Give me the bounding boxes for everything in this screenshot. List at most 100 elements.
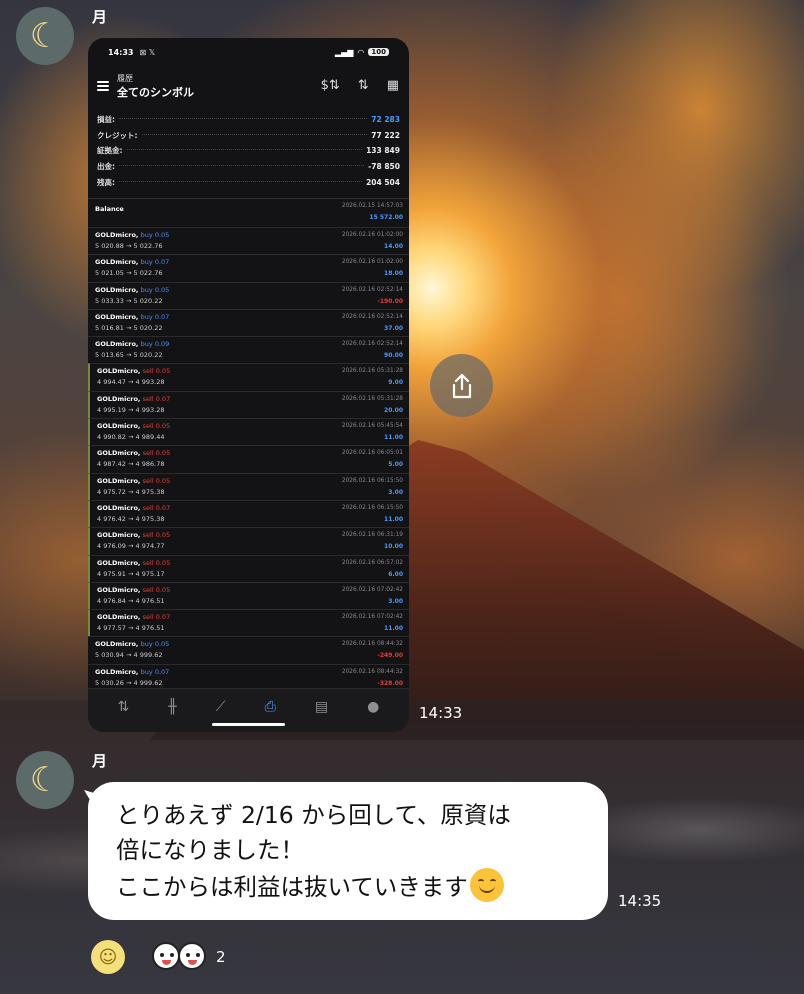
- app-header: 履歴 全てのシンボル $⇅ ⇅ ▦: [88, 66, 409, 106]
- phone-status-bar: 14:33 ⊠ 𝕏 ▂▄▆ ◠ 100: [88, 38, 409, 66]
- summary-value: 72 283: [371, 115, 400, 125]
- deal-symbol: GOLDmicro,: [97, 476, 141, 485]
- image-message[interactable]: 14:33 ⊠ 𝕏 ▂▄▆ ◠ 100 履歴 全てのシンボル $⇅ ⇅ ▦ 損益…: [88, 38, 409, 732]
- quotes-icon[interactable]: ⇅: [118, 699, 130, 715]
- deal-prices: 4 994.47 → 4 993.28: [97, 378, 165, 387]
- summary-value: 133 849: [366, 146, 400, 156]
- deal-datetime: 2026.02.16 06:15:50: [341, 504, 403, 511]
- summary-value: 204 504: [366, 177, 400, 187]
- deal-row[interactable]: GOLDmicro, sell 0.07 4 995.19 → 4 993.28 2…: [88, 390, 409, 419]
- history-icon[interactable]: ⎙: [265, 699, 276, 715]
- deal-symbol: GOLDmicro,: [95, 640, 139, 649]
- deal-symbol: GOLDmicro,: [95, 312, 139, 321]
- summary-value: -78 850: [368, 162, 400, 172]
- message-line: ここからは利益は抜いていきます: [116, 873, 468, 901]
- reaction-stickers[interactable]: [148, 940, 210, 974]
- deal-row[interactable]: GOLDmicro, buy 0.05 5 020.88 → 5 022.76 20…: [88, 226, 409, 254]
- deal-prices: 4 990.82 → 4 989.44: [97, 433, 165, 442]
- deal-datetime: 2026.02.16 02:52:14: [341, 313, 403, 320]
- deal-profit: -190.00: [377, 297, 403, 305]
- sender-avatar[interactable]: ☾: [16, 751, 74, 809]
- deal-direction: sell 0.05: [142, 585, 171, 594]
- sender-avatar[interactable]: ☾: [16, 7, 74, 65]
- deal-datetime: 2026.02.16 01:02:00: [341, 259, 403, 266]
- deal-datetime: 2026.02.16 05:31:28: [341, 395, 403, 402]
- wifi-icon: ◠: [357, 47, 365, 57]
- deal-row[interactable]: GOLDmicro, sell 0.05 4 976.09 → 4 974.77 2…: [88, 527, 409, 555]
- home-indicator: [212, 723, 285, 726]
- deal-profit: -328.00: [377, 679, 403, 687]
- deal-datetime: 2026.02.16 02:52:14: [341, 341, 403, 348]
- deal-symbol: GOLDmicro,: [95, 667, 139, 676]
- deal-row[interactable]: GOLDmicro, sell 0.07 4 976.42 → 4 975.38 2…: [88, 499, 409, 528]
- deal-row[interactable]: GOLDmicro, buy 0.05 5 033.33 → 5 020.22 20…: [88, 281, 409, 309]
- deal-direction: buy 0.07: [140, 667, 170, 676]
- deal-row[interactable]: GOLDmicro, sell 0.05 4 987.42 → 4 986.78 2…: [88, 445, 409, 473]
- deal-profit: 6.00: [388, 570, 403, 578]
- currency-filter-icon: $⇅: [320, 78, 340, 93]
- deal-profit: 10.00: [384, 543, 403, 551]
- deal-direction: buy 0.05: [140, 230, 170, 239]
- deal-prices: 4 977.57 → 4 976.51: [97, 624, 165, 633]
- deal-row[interactable]: GOLDmicro, buy 0.07 5 016.81 → 5 020.22 20…: [88, 308, 409, 336]
- deal-symbol: GOLDmicro,: [97, 531, 141, 540]
- deal-prices: 5 021.05 → 5 022.76: [95, 269, 163, 278]
- menu-icon: [97, 81, 109, 91]
- deal-datetime: 2026.02.16 06:15:50: [341, 477, 403, 484]
- text-message-bubble[interactable]: とりあえず 2/16 から回して、原資は 倍になりました！ ここからは利益は抜い…: [88, 782, 608, 920]
- deal-datetime: 2026.02.16 06:05:01: [341, 450, 403, 457]
- smiling-face-emoji-icon: [469, 868, 504, 902]
- deal-row[interactable]: GOLDmicro, sell 0.05 4 975.91 → 4 975.17 2…: [88, 554, 409, 582]
- deal-symbol: GOLDmicro,: [97, 394, 141, 403]
- deal-datetime: 2026.02.16 06:57:02: [341, 559, 403, 566]
- deal-direction: buy 0.05: [140, 640, 170, 649]
- deal-symbol: GOLDmicro,: [97, 449, 141, 458]
- deal-symbol: GOLDmicro,: [97, 422, 141, 431]
- deal-direction: buy 0.05: [140, 285, 170, 294]
- summary-row: 出金: -78 850: [97, 159, 400, 175]
- deal-row[interactable]: GOLDmicro, buy 0.07 5 021.05 → 5 022.76 20…: [88, 254, 409, 281]
- deal-prices: 4 995.19 → 4 993.28: [97, 405, 165, 414]
- balance-row: Balance 2026.02.15 14:57:03 15 572.00: [88, 197, 409, 227]
- add-reaction-button[interactable]: ☺: [91, 940, 125, 974]
- deal-row[interactable]: GOLDmicro, buy 0.05 5 030.94 → 4 999.62 20…: [88, 636, 409, 663]
- deal-prices: 5 030.94 → 4 999.62: [95, 651, 163, 660]
- summary-label: 残高:: [97, 177, 115, 187]
- deal-symbol: GOLDmicro,: [95, 285, 139, 294]
- deal-symbol: GOLDmicro,: [97, 558, 141, 567]
- deal-prices: 5 013.65 → 5 020.22: [95, 351, 163, 360]
- deal-profit: 37.00: [384, 324, 403, 332]
- deal-profit: 3.00: [388, 597, 403, 605]
- summary-value: 77 222: [371, 130, 400, 140]
- trade-icon[interactable]: ⟋: [216, 699, 226, 715]
- deal-row[interactable]: GOLDmicro, sell 0.05 4 990.82 → 4 989.44 2…: [88, 418, 409, 446]
- deal-prices: 5 030.26 → 4 999.62: [95, 678, 163, 687]
- chart-icon[interactable]: ╫: [168, 699, 176, 715]
- chat-icon[interactable]: ●: [367, 699, 379, 715]
- deal-prices: 4 976.09 → 4 974.77: [97, 542, 165, 551]
- share-button[interactable]: [430, 354, 493, 417]
- laughing-face-sticker-icon: [178, 942, 206, 970]
- deal-row[interactable]: GOLDmicro, buy 0.09 5 013.65 → 5 020.22 20…: [88, 336, 409, 363]
- status-time: 14:33: [108, 47, 134, 57]
- deal-profit: 18.00: [384, 270, 403, 278]
- deal-direction: buy 0.09: [140, 340, 170, 349]
- deal-prices: 4 976.42 → 4 975.38: [97, 514, 165, 523]
- deal-datetime: 2026.02.16 08:44:32: [341, 668, 403, 675]
- reaction-count: 2: [216, 948, 226, 966]
- summary-label: 損益:: [97, 115, 115, 125]
- deal-row[interactable]: GOLDmicro, sell 0.05 4 976.84 → 4 976.51 2…: [88, 581, 409, 610]
- summary-label: 証拠金:: [97, 146, 123, 156]
- sender-name: 月: [92, 8, 108, 26]
- deal-row[interactable]: GOLDmicro, sell 0.07 4 977.57 → 4 976.51 2…: [88, 609, 409, 637]
- deal-direction: sell 0.07: [142, 394, 171, 403]
- header-subtitle: 履歴: [117, 73, 133, 83]
- deal-profit: 20.00: [384, 406, 403, 414]
- deal-row[interactable]: GOLDmicro, buy 0.07 5 030.26 → 4 999.62 20…: [88, 663, 409, 691]
- deal-direction: sell 0.05: [142, 422, 171, 431]
- deal-row[interactable]: GOLDmicro, sell 0.05 4 994.47 → 4 993.28 2…: [88, 363, 409, 391]
- news-icon[interactable]: ▤: [315, 699, 328, 715]
- deal-datetime: 2026.02.16 07:02:42: [341, 614, 403, 621]
- deal-row[interactable]: GOLDmicro, sell 0.05 4 975.72 → 4 975.38 2…: [88, 472, 409, 500]
- deal-datetime: 2026.02.16 01:02:00: [341, 231, 403, 238]
